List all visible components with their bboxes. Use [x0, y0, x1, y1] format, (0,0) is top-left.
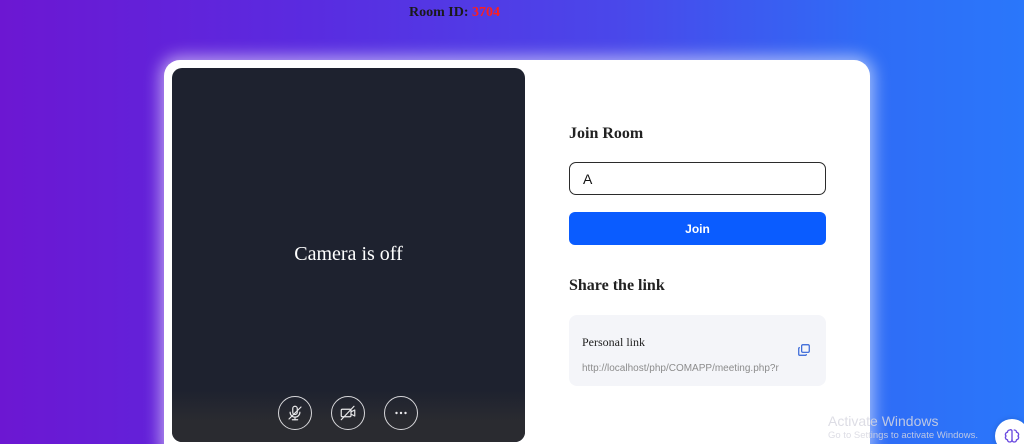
join-room-heading: Join Room: [569, 125, 644, 142]
join-button[interactable]: Join: [569, 212, 826, 245]
personal-link-label: Personal link: [582, 335, 645, 349]
room-id-number: 3704: [472, 5, 500, 20]
name-input[interactable]: [569, 162, 826, 195]
camera-status-text: Camera is off: [294, 243, 403, 265]
room-id: Room ID: 3704: [409, 5, 500, 21]
mic-toggle-button[interactable]: [278, 396, 312, 430]
room-id-label: Room ID:: [409, 5, 469, 20]
activate-windows-watermark: Activate Windows Go to Settings to activ…: [828, 413, 978, 441]
meeting-card: Camera is off Join Room A Join Share the…: [164, 60, 870, 444]
watermark-title: Activate Windows: [828, 413, 939, 429]
camera-toggle-button[interactable]: [331, 396, 365, 430]
share-link-heading: Share the link: [569, 277, 665, 294]
video-preview: Camera is off: [172, 68, 525, 442]
watermark-subtitle: Go to Settings to activate Windows.: [828, 430, 978, 441]
personal-link-url: http://localhost/php/COMAPP/meeting.php?…: [582, 363, 779, 374]
personal-link-box: Personal link http://localhost/php/COMAP…: [569, 315, 826, 386]
more-dots-icon: [395, 411, 407, 415]
more-options-button[interactable]: [384, 396, 418, 430]
assistant-button[interactable]: [995, 419, 1024, 444]
video-controls: [172, 390, 525, 442]
video-off-icon: [340, 405, 356, 421]
brain-icon: [1004, 429, 1020, 443]
copy-icon[interactable]: [797, 343, 811, 357]
microphone-off-icon: [288, 405, 302, 421]
